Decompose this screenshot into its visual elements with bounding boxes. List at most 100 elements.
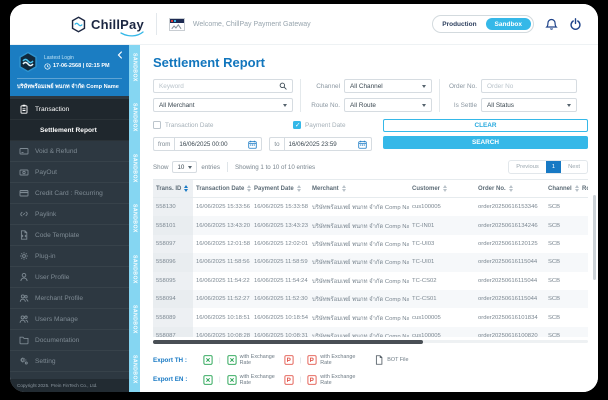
route-select[interactable]: All Route bbox=[344, 98, 432, 112]
payment-date-checkbox[interactable] bbox=[293, 121, 301, 129]
cell-route bbox=[579, 253, 588, 271]
table-row[interactable]: 558097 16/06/2025 12:01:58 16/06/2025 12:0… bbox=[153, 234, 588, 254]
transaction-date-checkbox[interactable] bbox=[153, 121, 161, 129]
cell-trans_id: 558089 bbox=[153, 308, 193, 327]
column-header-payment_date[interactable]: Payment Date bbox=[251, 179, 309, 199]
column-header-customer[interactable]: Customer bbox=[409, 179, 475, 199]
cell-route bbox=[579, 198, 588, 217]
current-page-button[interactable]: 1 bbox=[545, 161, 562, 173]
sidebar-item-payout[interactable]: PayOut bbox=[10, 162, 129, 183]
column-header-channel[interactable]: Channel bbox=[545, 179, 579, 199]
merchant-select[interactable]: All Merchant bbox=[153, 98, 293, 112]
search-button[interactable]: SEARCH bbox=[383, 136, 588, 149]
column-header-trans_id[interactable]: Trans. ID bbox=[153, 179, 193, 199]
payout-icon bbox=[19, 167, 29, 177]
sidebar-collapse-chevron-icon[interactable] bbox=[116, 51, 124, 59]
sort-icon[interactable] bbox=[296, 185, 301, 192]
sort-icon[interactable] bbox=[184, 185, 189, 192]
sidebar-item-label: Settlement Report bbox=[40, 126, 97, 134]
column-header-transaction_date[interactable]: Transaction Date bbox=[193, 179, 251, 199]
cell-route bbox=[579, 272, 588, 290]
export-excel-with-label-button[interactable]: with Exchange Rate bbox=[227, 374, 278, 386]
table-row[interactable]: 558095 16/06/2025 11:54:22 16/06/2025 11:5… bbox=[153, 271, 588, 290]
sidebar-item-plug-in[interactable]: Plug-in bbox=[10, 246, 129, 267]
sidebar-item-transaction[interactable]: Transaction bbox=[10, 99, 129, 120]
column-header-merchant[interactable]: Merchant bbox=[309, 179, 409, 199]
export-pdf-button[interactable] bbox=[284, 355, 294, 366]
table-row[interactable]: 558094 16/06/2025 11:52:27 16/06/2025 11:5… bbox=[153, 289, 588, 309]
link-icon bbox=[19, 209, 29, 219]
order-no-input[interactable]: Order No bbox=[481, 79, 577, 93]
keyword-input[interactable]: Keyword bbox=[153, 79, 293, 93]
export-pdf-with-label-button[interactable]: with Exchange Rate bbox=[307, 354, 358, 366]
is-settle-select[interactable]: All Status bbox=[481, 98, 577, 112]
sidebar-item-label: Credit Card : Recurring bbox=[35, 189, 103, 197]
plugin-icon bbox=[19, 251, 29, 261]
from-date-input[interactable]: 16/06/2025 00:00 bbox=[174, 137, 263, 151]
channel-select[interactable]: All Channel bbox=[344, 79, 432, 93]
export-excel-with-label-button[interactable]: with Exchange Rate bbox=[227, 354, 278, 366]
table-row[interactable]: 558130 16/06/2025 15:33:56 16/06/2025 15:3… bbox=[153, 197, 588, 217]
sidebar-item-settlement-report[interactable]: Settlement Report bbox=[10, 120, 129, 141]
page-size-select[interactable]: 10 bbox=[172, 161, 198, 173]
cell-customer: cus100005 bbox=[412, 314, 441, 321]
app-window: ChillPay Welcome, ChillPay Payment Gatew… bbox=[10, 4, 598, 392]
filter-panel: Keyword All Merchant Channel All Channel… bbox=[153, 79, 588, 112]
table-row[interactable]: 558087 16/06/2025 10:08:28 16/06/2025 10:0… bbox=[153, 326, 588, 338]
sandbox-ribbon-text: SANDBOX bbox=[131, 103, 138, 133]
previous-page-button[interactable]: Previous bbox=[509, 161, 546, 173]
cell-order_no: order20250616120125 bbox=[478, 241, 538, 248]
sidebar-item-user-profile[interactable]: User Profile bbox=[10, 267, 129, 288]
notifications-bell-icon[interactable] bbox=[545, 18, 558, 31]
sidebar-item-setting[interactable]: Setting bbox=[10, 351, 129, 372]
sidebar-item-label: Setting bbox=[35, 357, 56, 365]
column-header-order_no[interactable]: Order No. bbox=[475, 179, 545, 199]
sandbox-toggle-option[interactable]: Sandbox bbox=[485, 18, 531, 30]
horizontal-scrollbar[interactable] bbox=[153, 340, 588, 345]
logout-power-icon[interactable] bbox=[569, 17, 582, 31]
sidebar-item-void-refund[interactable]: Void & Refund bbox=[10, 141, 129, 162]
export-pdf-with-label-button[interactable]: with Exchange Rate bbox=[307, 374, 358, 386]
clear-button[interactable]: CLEAR bbox=[383, 119, 588, 132]
column-header-route[interactable]: Route bbox=[579, 179, 588, 199]
sort-icon[interactable] bbox=[574, 185, 579, 192]
last-login-time: 17-06-2568 | 02:15 PM bbox=[53, 63, 110, 69]
keyword-placeholder: Keyword bbox=[159, 82, 184, 90]
sort-icon[interactable] bbox=[247, 185, 251, 192]
export-row: Export EN : | with Exchange Rate | with Exch… bbox=[153, 374, 588, 386]
sidebar-item-credit-card-recurring[interactable]: Credit Card : Recurring bbox=[10, 183, 129, 204]
sort-icon[interactable] bbox=[341, 185, 346, 192]
sidebar-item-code-template[interactable]: Code Template bbox=[10, 225, 129, 246]
calendar-icon[interactable] bbox=[357, 140, 367, 149]
environment-toggle[interactable]: Production Sandbox bbox=[432, 15, 534, 33]
sidebar-item-label: User Profile bbox=[35, 273, 70, 281]
sort-icon[interactable] bbox=[508, 185, 513, 192]
table-row[interactable]: 558096 16/06/2025 11:58:56 16/06/2025 11:5… bbox=[153, 253, 588, 272]
sandbox-ribbon-text: SANDBOX bbox=[131, 53, 138, 82]
horizontal-scrollbar-thumb[interactable] bbox=[153, 340, 423, 345]
export-item-label: with Exchange Rate bbox=[239, 373, 275, 386]
cell-payment_date: 16/06/2025 11:58:59 bbox=[254, 259, 308, 266]
calendar-icon[interactable] bbox=[248, 140, 258, 149]
sort-icon[interactable] bbox=[443, 185, 448, 192]
sidebar-item-merchant-profile[interactable]: Merchant Profile bbox=[10, 288, 129, 309]
table-row[interactable]: 558101 16/06/2025 13:43:20 16/06/2025 13:4… bbox=[153, 216, 588, 235]
export-bot-file-with-label-button[interactable]: BOT File bbox=[374, 355, 408, 366]
next-page-button[interactable]: Next bbox=[561, 161, 587, 173]
table-row[interactable]: 558089 16/06/2025 10:18:51 16/06/2025 10:1… bbox=[153, 308, 588, 327]
export-excel-button[interactable] bbox=[203, 375, 213, 385]
cell-trans_id: 558095 bbox=[153, 271, 193, 290]
top-bar: ChillPay Welcome, ChillPay Payment Gatew… bbox=[10, 4, 598, 44]
vertical-scrollbar-thumb[interactable] bbox=[593, 195, 596, 280]
sidebar-item-documentation[interactable]: Documentation bbox=[10, 330, 129, 351]
export-item-label: with Exchange Rate bbox=[320, 354, 356, 367]
export-pdf-button[interactable] bbox=[284, 375, 294, 385]
search-icon[interactable] bbox=[279, 82, 287, 90]
route-label: Route No. bbox=[311, 101, 340, 109]
merchant-icon bbox=[19, 293, 29, 303]
to-date-input[interactable]: 16/06/2025 23:59 bbox=[283, 137, 372, 151]
sidebar-item-users-manage[interactable]: Users Manage bbox=[10, 309, 129, 330]
sidebar-item-paylink[interactable]: Paylink bbox=[10, 204, 129, 225]
export-excel-button[interactable] bbox=[203, 355, 213, 366]
production-toggle-option[interactable]: Production bbox=[435, 19, 483, 30]
